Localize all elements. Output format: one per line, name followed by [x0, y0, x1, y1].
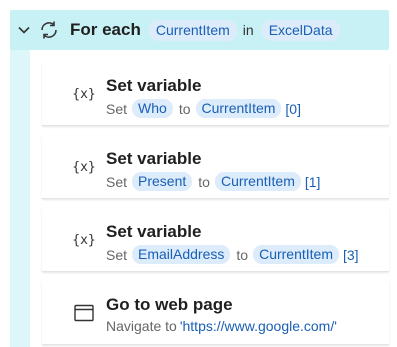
action-summary: Navigate to 'https://www.google.com/' — [106, 318, 337, 334]
action-title: Go to web page — [106, 295, 233, 314]
variable-token: EmailAddress — [132, 245, 231, 264]
browser-window-icon — [72, 303, 96, 323]
variable-token: Present — [132, 172, 193, 191]
variable-token: Who — [132, 99, 173, 118]
variable-icon: {x} — [72, 232, 96, 248]
to-keyword: to — [236, 246, 249, 263]
variable-icon: {x} — [72, 159, 96, 175]
index-text: [3] — [343, 246, 359, 263]
summary-prefix: Set — [106, 100, 128, 117]
action-title: Set variable — [106, 76, 202, 95]
value-variable-token: CurrentItem — [253, 245, 339, 264]
action-title: Set variable — [106, 149, 202, 168]
url-text: 'https://www.google.com/' — [179, 318, 337, 334]
item-variable-token: CurrentItem — [148, 19, 237, 41]
set-variable-action[interactable]: {x} Set variable Set EmailAddress to Cur… — [42, 208, 389, 272]
value-variable-token: CurrentItem — [195, 99, 282, 118]
set-variable-action[interactable]: {x} Set variable Set Present to CurrentI… — [42, 135, 389, 199]
in-keyword: in — [242, 22, 254, 38]
to-keyword: to — [178, 100, 191, 117]
action-summary: Set Who to CurrentItem [0] — [106, 99, 301, 118]
loop-icon — [37, 18, 61, 42]
summary-prefix: Set — [106, 173, 128, 190]
go-to-web-page-action[interactable]: Go to web page Navigate to 'https://www.… — [42, 281, 389, 345]
chevron-down-icon[interactable] — [17, 23, 31, 37]
action-summary: Set EmailAddress to CurrentItem [3] — [106, 245, 359, 264]
action-title: Set variable — [106, 222, 202, 241]
value-variable-token: CurrentItem — [214, 172, 301, 191]
foreach-title: For each — [70, 20, 141, 39]
action-summary: Set Present to CurrentItem [1] — [106, 172, 320, 191]
foreach-body-rail — [10, 50, 30, 347]
variable-icon: {x} — [72, 86, 96, 102]
foreach-action-header[interactable]: For each CurrentItem in ExcelData — [10, 10, 389, 50]
to-keyword: to — [198, 173, 210, 190]
index-text: [0] — [285, 100, 301, 117]
set-variable-action[interactable]: {x} Set variable Set Who to CurrentItem … — [42, 62, 389, 126]
index-text: [1] — [304, 173, 321, 190]
summary-prefix: Navigate to — [106, 318, 177, 334]
summary-prefix: Set — [106, 246, 128, 263]
collection-variable-token: ExcelData — [261, 19, 340, 41]
